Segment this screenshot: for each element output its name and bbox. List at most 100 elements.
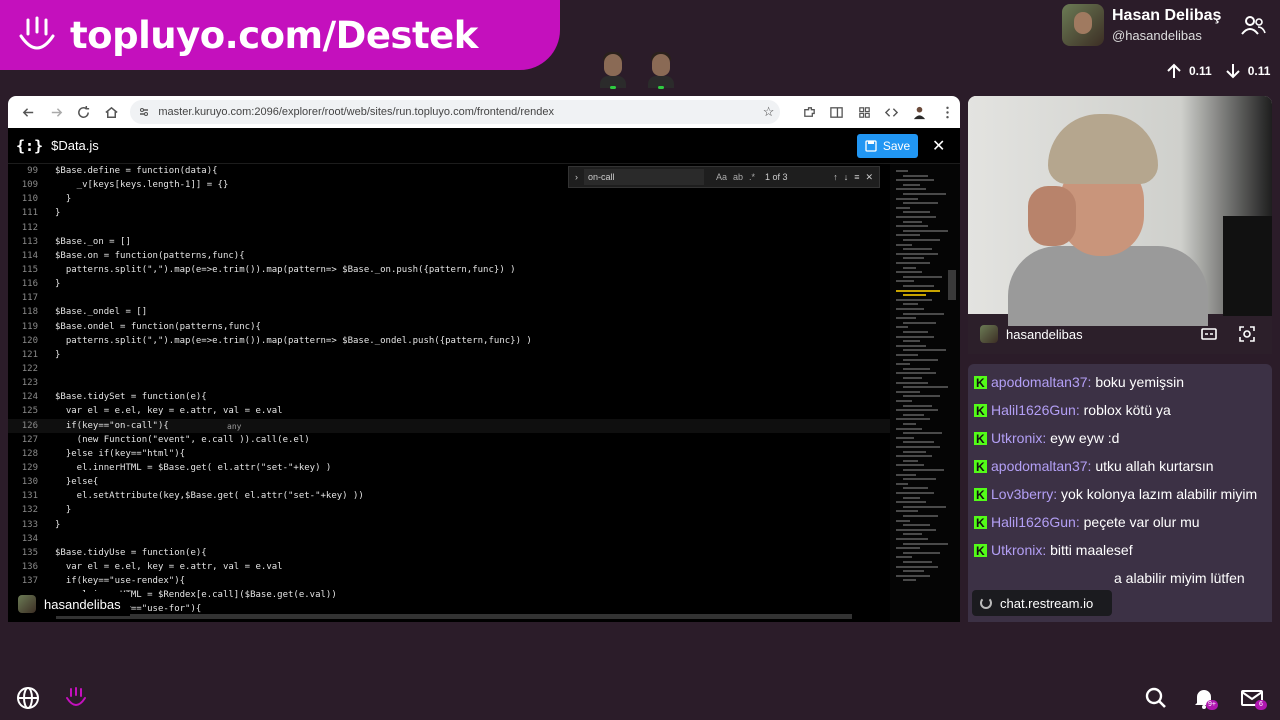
find-in-selection-icon[interactable]: ≡ <box>854 172 859 183</box>
viewer-avatar <box>600 52 626 90</box>
code-text: } <box>55 194 72 205</box>
code-line[interactable]: 115 patterns.split(",").map(e=>e.trim())… <box>8 263 890 277</box>
line-number: 118 <box>21 307 38 318</box>
line-number: 124 <box>21 392 38 403</box>
minimap[interactable] <box>890 164 960 622</box>
code-line[interactable]: 113 $Base._on = [] <box>8 235 890 249</box>
search-icon[interactable] <box>1144 686 1168 710</box>
code-editor[interactable]: 99 $Base.define = function(data){109 _v[k… <box>8 164 890 622</box>
profile-icon[interactable] <box>907 99 933 125</box>
code-line[interactable]: 125 var el = e.el, key = e.attr, val = e… <box>8 404 890 418</box>
minimap-line <box>903 515 938 517</box>
chevron-right-icon[interactable]: › <box>575 172 578 182</box>
code-text: (new Function("event", e.call )).call(e.… <box>55 434 310 445</box>
code-line[interactable]: 127 (new Function("event", e.call )).cal… <box>8 433 890 447</box>
code-line[interactable]: 111} <box>8 206 890 220</box>
kick-badge-icon <box>974 401 987 421</box>
code-line[interactable]: 133} <box>8 518 890 532</box>
minimap-line <box>896 446 940 448</box>
code-line[interactable]: 132 } <box>8 503 890 517</box>
code-line[interactable]: 123 <box>8 376 890 390</box>
code-line[interactable]: 136 var el = e.el, key = e.attr, val = e… <box>8 560 890 574</box>
code-line[interactable]: 128 }else if(key=="html"){ <box>8 447 890 461</box>
minimap-line <box>903 413 924 416</box>
code-line[interactable]: 110 } <box>8 192 890 206</box>
code-line[interactable]: 118 $Base._ondel = [] <box>8 305 890 319</box>
chat-username[interactable]: Lov3berry: <box>991 486 1057 502</box>
people-icon[interactable] <box>1240 14 1266 36</box>
chat-username[interactable]: Halil1626Gun: <box>991 402 1080 418</box>
theater-mode-icon[interactable] <box>1200 325 1218 343</box>
line-number: 114 <box>21 250 38 261</box>
forward-icon[interactable] <box>44 99 70 125</box>
horizontal-scrollbar[interactable] <box>56 614 852 619</box>
menu-kebab-icon[interactable] <box>934 99 960 125</box>
json-file-icon: {:} <box>16 136 44 155</box>
code-line[interactable]: 121} <box>8 348 890 362</box>
kick-badge-icon <box>974 513 987 533</box>
code-line[interactable]: 135 $Base.tidyUse = function(e){ <box>8 546 890 560</box>
find-input[interactable]: on-call <box>584 169 704 185</box>
code-line[interactable]: 120 patterns.split(",").map(e=>e.trim())… <box>8 334 890 348</box>
back-icon[interactable] <box>16 99 42 125</box>
code-line[interactable]: el.innerHTML = $Rendex[e.call]($Base.get… <box>8 588 890 602</box>
code-line[interactable]: 117 <box>8 291 890 305</box>
line-number: 137 <box>21 576 38 587</box>
restream-badge: chat.restream.io <box>972 590 1112 616</box>
code-line[interactable]: 130 }else{ <box>8 475 890 489</box>
minimap-line <box>903 579 916 582</box>
save-button[interactable]: Save <box>857 134 918 158</box>
extensions-icon[interactable] <box>796 99 822 125</box>
code-line[interactable]: 129 el.innerHTML = $Base.get( el.attr("s… <box>8 461 890 475</box>
next-match-icon[interactable]: ↓ <box>844 172 849 183</box>
chat-username[interactable]: Utkronix: <box>991 542 1046 558</box>
chat-username[interactable]: apodomaltan37: <box>991 374 1091 390</box>
close-icon[interactable]: ✕ <box>932 136 945 156</box>
network-stats: 0.11 0.11 <box>1165 62 1270 80</box>
code-line[interactable]: 134 <box>8 532 890 546</box>
code-line[interactable]: 122 <box>8 362 890 376</box>
viewer-avatar <box>648 52 674 90</box>
chat-username[interactable]: Utkronix: <box>991 430 1046 446</box>
chat-message: a alabilir miyim lütfen <box>974 568 1266 588</box>
code-line[interactable]: 124 $Base.tidySet = function(e){ <box>8 390 890 404</box>
code-text: $Base.tidySet = function(e){ <box>55 392 207 403</box>
bookmark-star-icon[interactable]: ☆ <box>763 104 775 120</box>
minimap-line <box>896 372 936 375</box>
chat-username[interactable]: Halil1626Gun: <box>991 514 1080 530</box>
minimap-slider[interactable] <box>948 270 956 300</box>
minimap-line <box>896 409 938 412</box>
code-line[interactable]: 119 $Base.ondel = function(patterns,func)… <box>8 320 890 334</box>
close-find-icon[interactable]: ✕ <box>865 172 873 183</box>
address-bar[interactable]: master.kuruyo.com:2096/explorer/root/web… <box>130 100 781 124</box>
minimap-line <box>896 271 922 274</box>
whole-word-icon[interactable]: ab <box>733 172 743 182</box>
site-info-icon[interactable] <box>138 106 150 118</box>
globe-icon[interactable] <box>16 686 40 710</box>
minimap-line <box>896 528 936 531</box>
code-line[interactable]: 126 if(key=="on-call"){ <box>8 418 890 433</box>
minimap-line <box>903 202 938 205</box>
code-line[interactable]: 131 el.setAttribute(key,$Base.get( el.at… <box>8 489 890 503</box>
prev-match-icon[interactable]: ↑ <box>833 172 838 183</box>
streamer-profile[interactable]: Hasan Delibaş @hasandelibas <box>1062 4 1221 46</box>
minimap-line <box>896 344 926 347</box>
home-icon[interactable] <box>99 99 125 125</box>
topluyo-home-icon[interactable] <box>64 686 88 710</box>
apps-icon[interactable] <box>852 99 878 125</box>
chat-text: roblox kötü ya <box>1083 402 1171 418</box>
code-line[interactable]: 112 <box>8 221 890 235</box>
code-line[interactable]: 116} <box>8 277 890 291</box>
reading-mode-icon[interactable] <box>824 99 850 125</box>
code-line[interactable]: 114 $Base.on = function(patterns,func){ <box>8 249 890 263</box>
reload-icon[interactable] <box>71 99 97 125</box>
minimap-line <box>896 317 916 320</box>
code-text: } <box>55 505 72 516</box>
devtools-icon[interactable] <box>879 99 905 125</box>
match-case-icon[interactable]: Aa <box>716 172 727 182</box>
minimap-line <box>903 478 936 481</box>
focus-icon[interactable] <box>1238 325 1256 343</box>
code-line[interactable]: 137 if(key=="use-rendex"){ <box>8 574 890 588</box>
regex-icon[interactable]: .* <box>749 172 755 182</box>
chat-username[interactable]: apodomaltan37: <box>991 458 1091 474</box>
